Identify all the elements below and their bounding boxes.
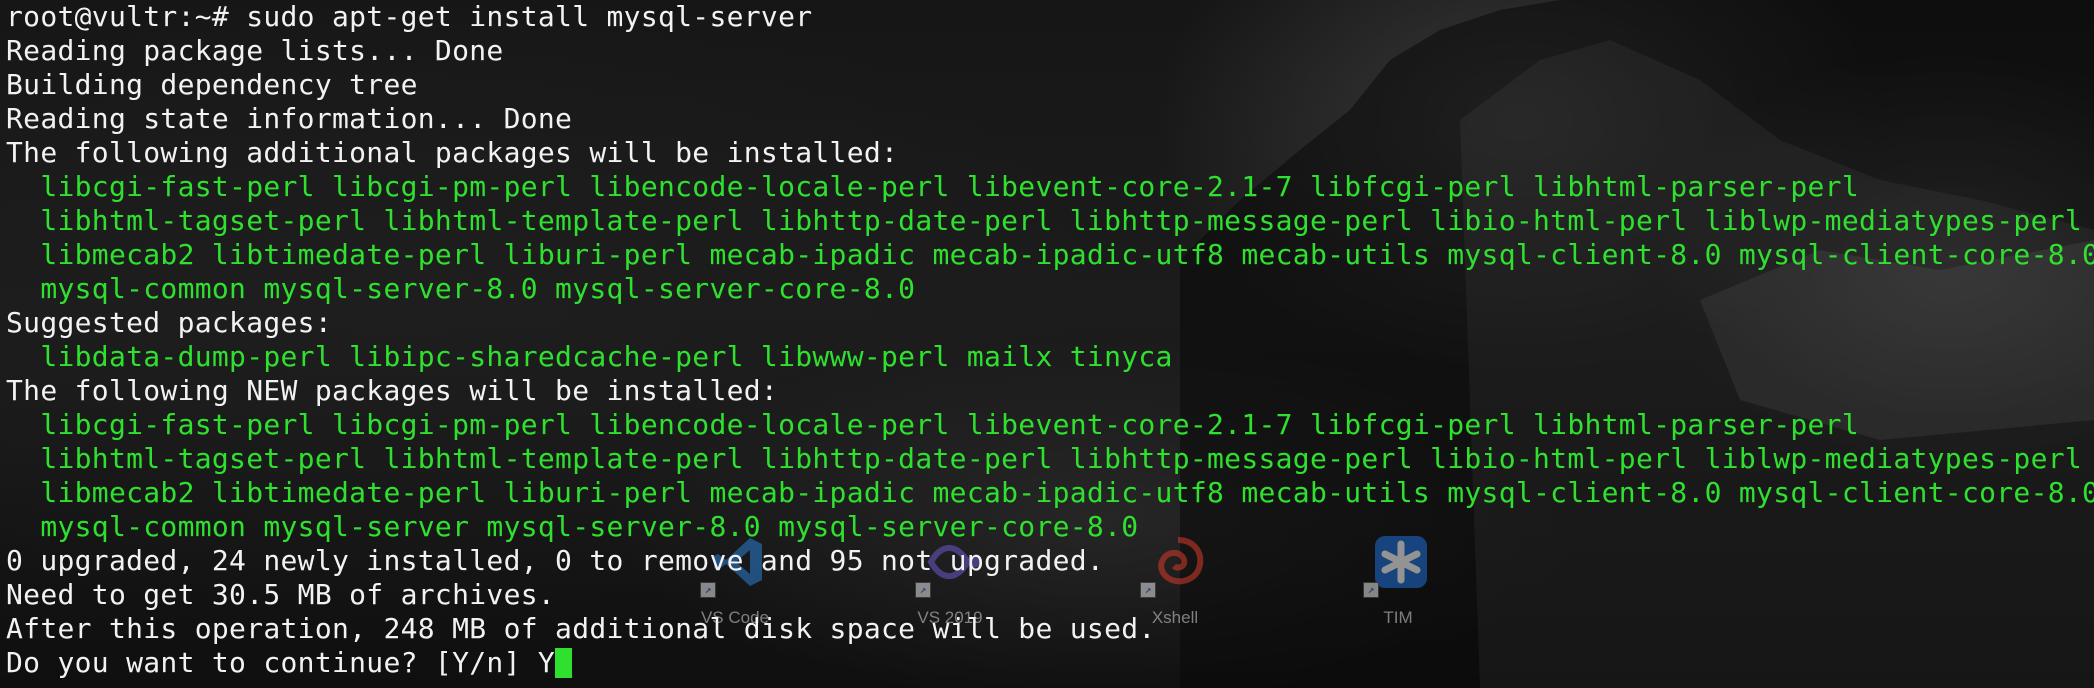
terminal-package-line: libmecab2 libtimedate-perl liburi-perl m… (6, 476, 2094, 509)
terminal-line: The following additional packages will b… (6, 136, 899, 169)
terminal-package-line: libdata-dump-perl libipc-sharedcache-per… (6, 340, 1173, 373)
terminal-line: Reading package lists... Done (6, 34, 504, 67)
terminal-line: After this operation, 248 MB of addition… (6, 612, 1156, 645)
terminal-line: 0 upgraded, 24 newly installed, 0 to rem… (6, 544, 1105, 577)
terminal-package-line: libmecab2 libtimedate-perl liburi-perl m… (6, 238, 2094, 271)
terminal-package-line: mysql-common mysql-server-8.0 mysql-serv… (6, 272, 916, 305)
terminal-line: Need to get 30.5 MB of archives. (6, 578, 556, 611)
terminal-package-line: libhtml-tagset-perl libhtml-template-per… (6, 442, 2083, 475)
terminal-line: Building dependency tree (6, 68, 418, 101)
terminal-cursor (555, 648, 573, 678)
terminal-output[interactable]: root@vultr:~# sudo apt-get install mysql… (0, 0, 2094, 688)
terminal-line: Reading state information... Done (6, 102, 573, 135)
terminal-package-line: libcgi-fast-perl libcgi-pm-perl libencod… (6, 170, 1860, 203)
terminal-line: Suggested packages: (6, 306, 332, 339)
terminal-package-line: mysql-common mysql-server mysql-server-8… (6, 510, 1139, 543)
terminal-prompt-text: Do you want to continue? [Y/n] Y (6, 646, 556, 679)
terminal-prompt-line[interactable]: Do you want to continue? [Y/n] Y (6, 646, 2094, 680)
terminal-package-line: libcgi-fast-perl libcgi-pm-perl libencod… (6, 408, 1860, 441)
terminal-package-line: libhtml-tagset-perl libhtml-template-per… (6, 204, 2083, 237)
terminal-line-command: root@vultr:~# sudo apt-get install mysql… (6, 0, 813, 33)
terminal-line: The following NEW packages will be insta… (6, 374, 779, 407)
